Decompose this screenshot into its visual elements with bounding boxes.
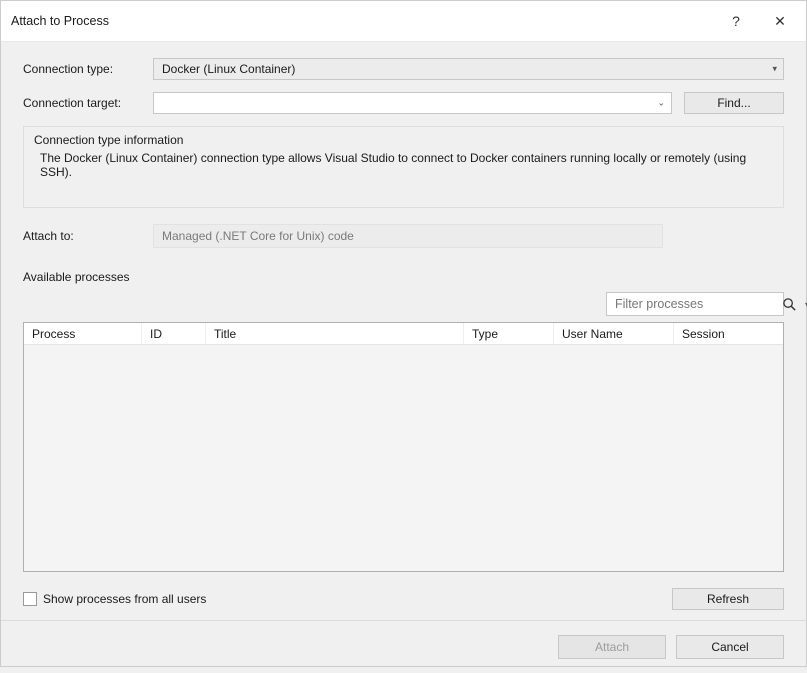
dialog-footer: Attach Cancel bbox=[1, 620, 806, 673]
help-icon: ? bbox=[732, 13, 740, 29]
attach-to-label: Attach to: bbox=[23, 229, 141, 243]
show-all-users-checkbox[interactable] bbox=[23, 592, 37, 606]
chevron-down-icon: ⌄ bbox=[657, 98, 665, 109]
filter-processes-box[interactable]: ▾ bbox=[606, 292, 784, 316]
connection-type-value: Docker (Linux Container) bbox=[162, 62, 295, 76]
info-title: Connection type information bbox=[34, 133, 773, 147]
process-table[interactable]: Process ID Title Type User Name Session bbox=[23, 322, 784, 572]
close-icon: ✕ bbox=[774, 13, 786, 30]
col-process[interactable]: Process bbox=[24, 323, 142, 344]
col-type[interactable]: Type bbox=[464, 323, 554, 344]
filter-processes-input[interactable] bbox=[615, 297, 776, 311]
show-all-users-label: Show processes from all users bbox=[43, 592, 206, 606]
col-id[interactable]: ID bbox=[142, 323, 206, 344]
find-button[interactable]: Find... bbox=[684, 92, 784, 114]
chevron-down-icon[interactable]: ▾ bbox=[803, 300, 807, 309]
dialog-title: Attach to Process bbox=[11, 14, 714, 28]
table-body bbox=[24, 345, 783, 571]
close-button[interactable]: ✕ bbox=[758, 7, 802, 35]
help-button[interactable]: ? bbox=[714, 7, 758, 35]
col-user[interactable]: User Name bbox=[554, 323, 674, 344]
connection-type-combo[interactable]: Docker (Linux Container) ▾ bbox=[153, 58, 784, 80]
cancel-button[interactable]: Cancel bbox=[676, 635, 784, 659]
attach-button[interactable]: Attach bbox=[558, 635, 666, 659]
refresh-button[interactable]: Refresh bbox=[672, 588, 784, 610]
dialog-content: Connection type: Docker (Linux Container… bbox=[1, 42, 806, 620]
table-header: Process ID Title Type User Name Session bbox=[24, 323, 783, 345]
titlebar: Attach to Process ? ✕ bbox=[1, 1, 806, 42]
connection-type-info: Connection type information The Docker (… bbox=[23, 126, 784, 208]
connection-target-input[interactable]: ⌄ bbox=[153, 92, 672, 114]
attach-to-process-dialog: Attach to Process ? ✕ Connection type: D… bbox=[0, 0, 807, 667]
chevron-down-icon: ▾ bbox=[772, 64, 777, 75]
connection-target-label: Connection target: bbox=[23, 96, 141, 110]
col-session[interactable]: Session bbox=[674, 323, 783, 344]
available-processes-label: Available processes bbox=[23, 270, 784, 284]
attach-to-value: Managed (.NET Core for Unix) code bbox=[153, 224, 663, 248]
search-icon[interactable] bbox=[782, 297, 797, 312]
col-title[interactable]: Title bbox=[206, 323, 464, 344]
info-description: The Docker (Linux Container) connection … bbox=[34, 151, 773, 179]
connection-type-label: Connection type: bbox=[23, 62, 141, 76]
